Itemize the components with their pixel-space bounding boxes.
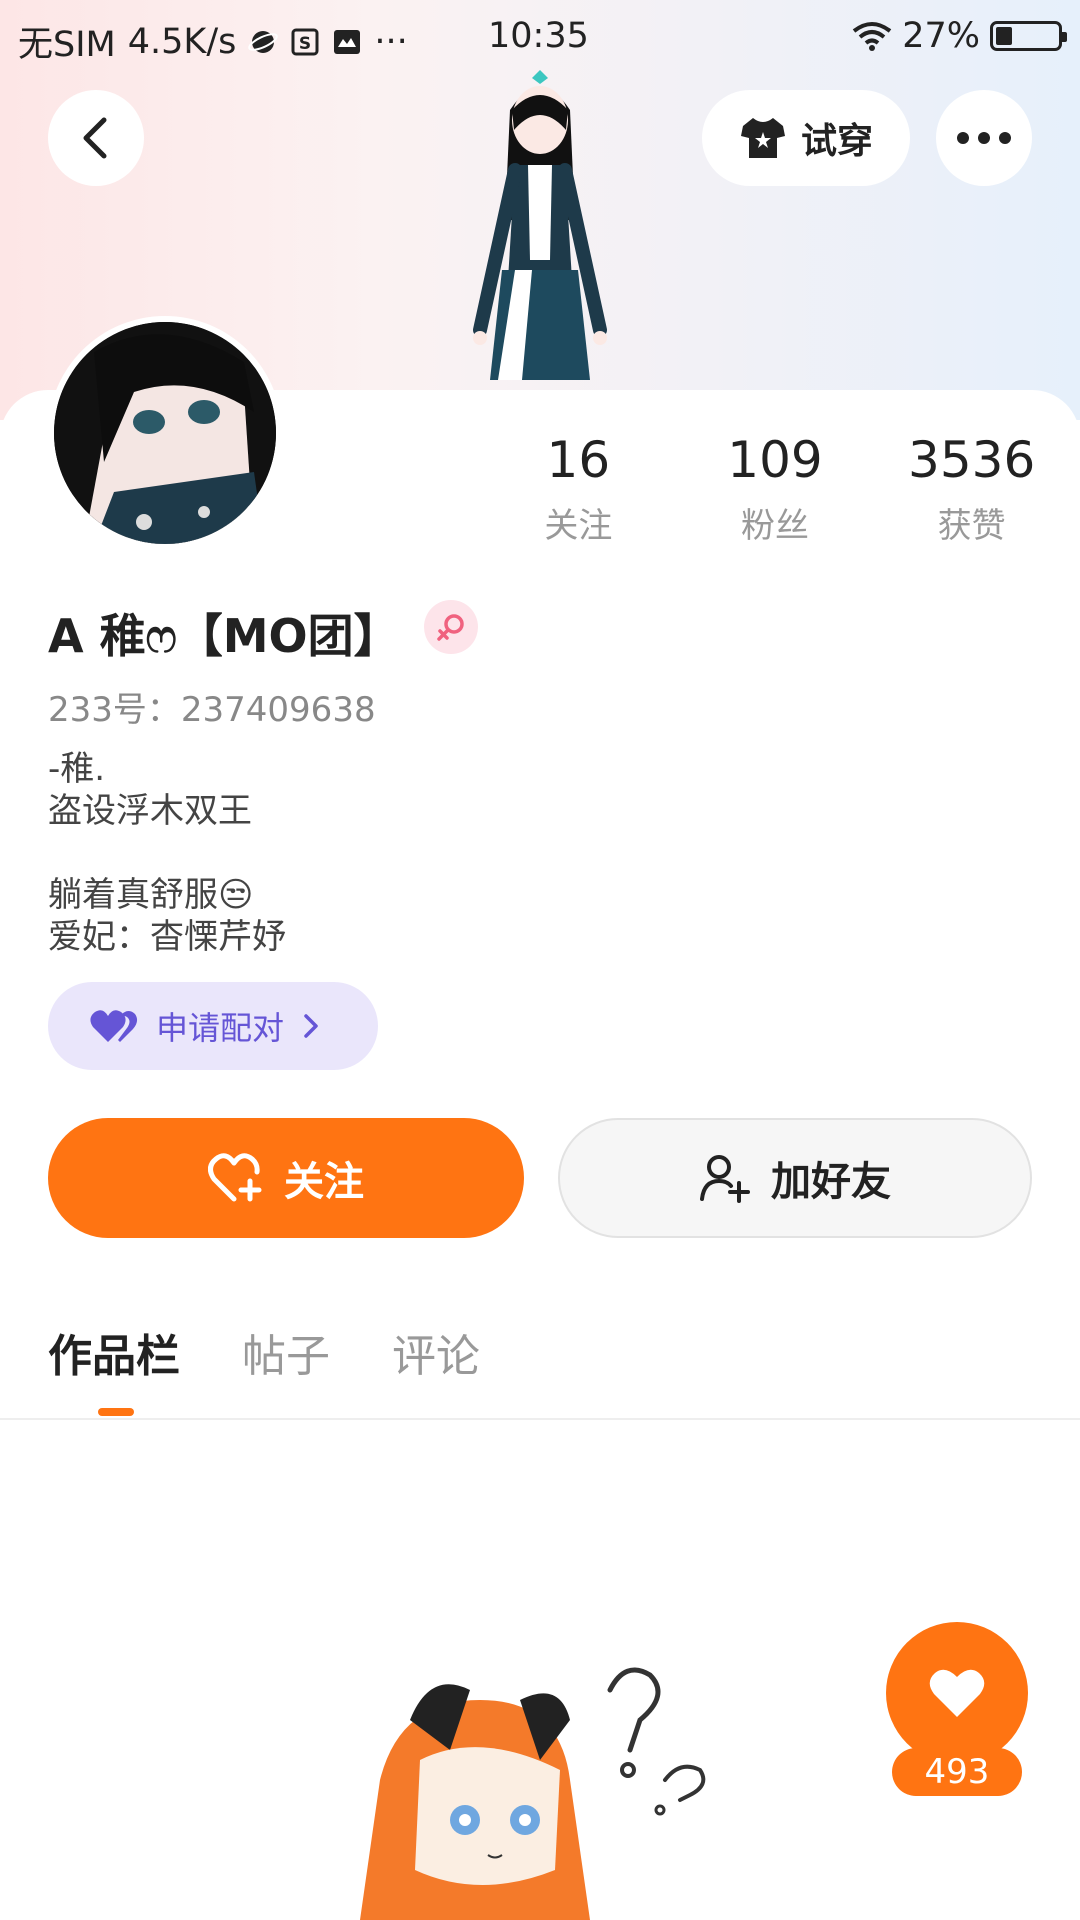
apply-pair-label: 申请配对 [156,1009,285,1047]
planet-icon [248,30,279,53]
app-s-icon: S [291,28,319,55]
bio-line: 爱妃：杳慄芹妤 [48,917,286,957]
tab-works[interactable]: 作品栏 [48,1320,180,1384]
carrier-text: 无SIM [18,25,116,65]
battery-fill [996,27,1013,45]
battery-percent: 27% [902,16,980,56]
apply-pair-button[interactable]: 申请配对 [48,982,378,1070]
content-tabs: 作品栏 帖子 评论 [48,1320,480,1384]
avatar-image [54,322,276,544]
follow-label: 关注 [284,1159,364,1205]
overflow-dots: ··· [374,21,408,62]
more-button[interactable] [936,90,1032,186]
try-on-button[interactable]: 试穿 [702,90,910,186]
stat-following[interactable]: 16 关注 [480,430,677,547]
clock: 10:35 [488,16,589,56]
stat-label: 获赞 [937,506,1006,546]
stat-value: 3536 [908,431,1036,489]
like-count: 493 [892,1748,1022,1796]
wifi-icon [852,22,892,51]
empty-state-mascot [360,1667,706,1920]
add-friend-label: 加好友 [771,1159,891,1205]
bio-line: -稚. [48,749,106,789]
avatar[interactable] [48,316,282,550]
heart-plus-icon [208,1153,262,1202]
chevron-right-icon [304,1014,318,1038]
stat-value: 16 [546,431,611,489]
add-user-icon [700,1155,750,1203]
tab-comments[interactable]: 评论 [392,1320,480,1384]
chevron-left-icon [83,117,107,159]
battery-icon [990,21,1067,51]
tabs-divider [0,1418,1080,1420]
follow-button[interactable]: 关注 [48,1118,524,1238]
bio-line: 盗设浮木双王 [48,791,252,831]
stat-likes[interactable]: 3536 获赞 [873,430,1070,547]
add-friend-button[interactable]: 加好友 [558,1118,1032,1238]
back-button[interactable] [48,90,144,186]
female-icon [424,600,478,654]
username: A 稚ෆ【MO团】 [48,609,400,663]
tshirt-icon [740,118,785,158]
user-id[interactable]: 233号：237409638 [48,682,376,731]
network-speed: 4.5K/s [127,21,237,62]
avatar-3d-figure [473,70,607,380]
stat-value: 109 [727,431,823,489]
svg-text:S: S [299,34,311,54]
status-bar: 无SIM 4.5K/s S ··· 10:35 27% [0,0,1080,76]
double-heart-icon [90,1010,138,1042]
tab-posts[interactable]: 帖子 [242,1320,330,1384]
bio: -稚. 盗设浮木双王 躺着真舒服😒 爱妃：杳慄芹妤 [48,748,286,958]
like-fab-circle [886,1622,1028,1764]
heart-icon [929,1669,985,1717]
mail-app-icon [334,29,361,54]
stat-label: 粉丝 [741,506,809,546]
active-tab-indicator [98,1408,134,1416]
stat-label: 关注 [544,506,613,546]
stat-followers[interactable]: 109 粉丝 [677,430,874,547]
profile-stats: 16 关注 109 粉丝 3536 获赞 [480,430,1070,547]
bio-line [48,832,286,874]
like-fab[interactable]: 493 [884,1622,1030,1802]
more-dots-icon [957,132,1011,144]
try-on-label: 试穿 [800,121,873,162]
bio-line: 躺着真舒服😒 [48,875,254,915]
